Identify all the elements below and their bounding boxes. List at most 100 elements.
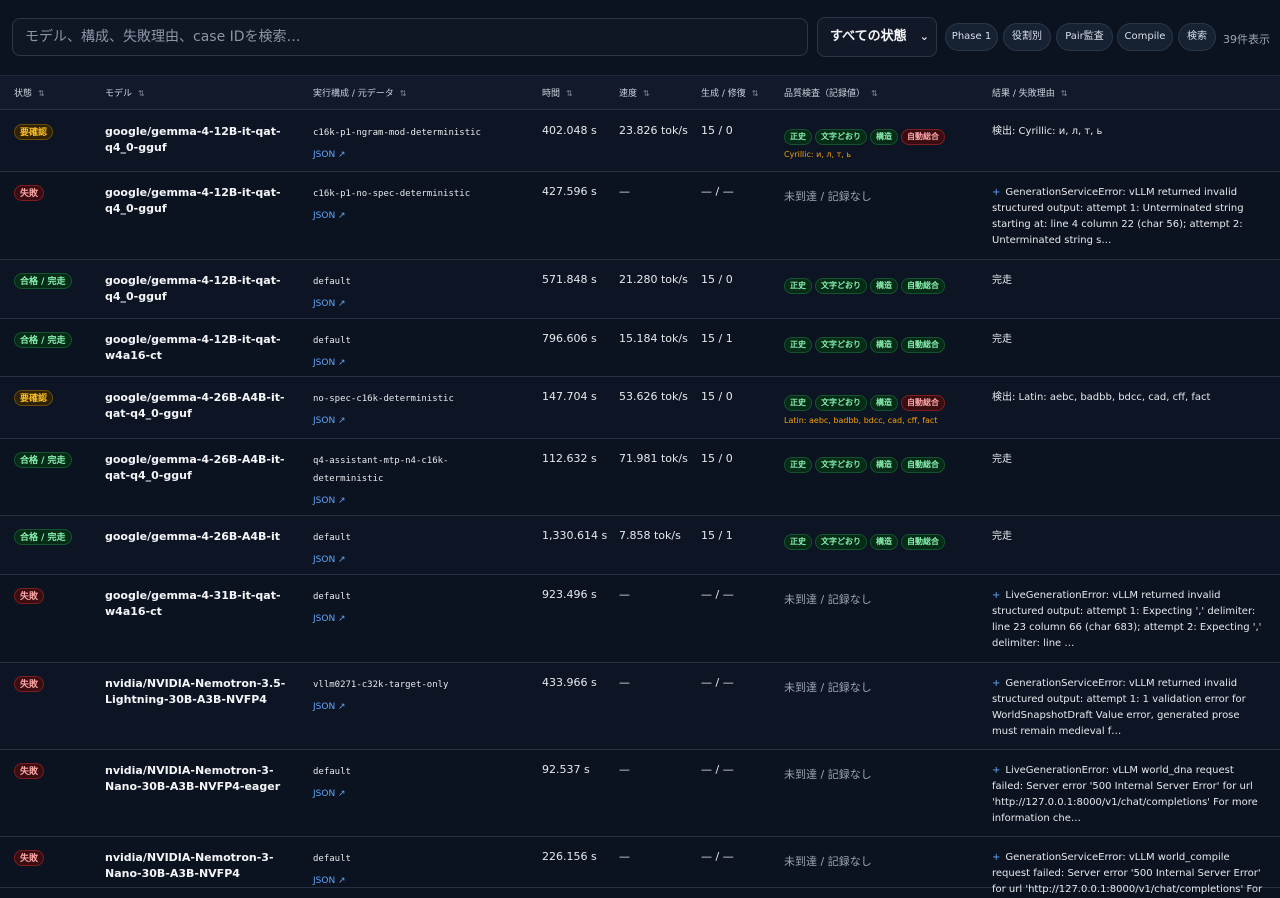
table-row[interactable]: 合格 / 完走 google/gemma-4-26B-A4B-it-qat-q4_…	[0, 439, 1280, 516]
quality-badge: 自動総合	[901, 395, 945, 411]
result-message: LiveGenerationError: vLLM world_dna requ…	[992, 765, 1258, 824]
shown-count: 39件表示	[1223, 33, 1270, 46]
search-input[interactable]: モデル、構成、失敗理由、case IDを検索…	[12, 18, 808, 56]
json-link[interactable]: JSON ↗	[313, 146, 513, 164]
header-config[interactable]: 実行構成 / 元データ ⇅	[313, 86, 406, 99]
json-link[interactable]: JSON ↗	[313, 785, 513, 803]
table-row[interactable]: 合格 / 完走 google/gemma-4-12B-it-qat-w4a16-c…	[0, 319, 1280, 377]
model-name: google/gemma-4-12B-it-qat-w4a16-ct	[105, 333, 281, 362]
table-row[interactable]: 失敗 nvidia/NVIDIA-Nemotron-3-Nano-30B-A3B-…	[0, 837, 1280, 895]
status-badge: 合格 / 完走	[14, 273, 72, 289]
duration: 1,330.614 s	[542, 529, 608, 542]
header-status[interactable]: 状態 ⇅	[14, 86, 45, 99]
result-text: 完走	[992, 529, 1266, 545]
phase-1-button[interactable]: Phase 1	[945, 23, 998, 51]
quality-checks: 正史 文字どおり 構造 自動総合 Cyrillic: и, л, т, ь	[784, 124, 974, 159]
speed: 23.826 tok/s	[619, 124, 688, 137]
run-config: default JSON ↗	[313, 850, 513, 890]
config-name: default	[313, 277, 351, 287]
config-name: vllm0271-c32k-target-only	[313, 680, 449, 690]
result-text: + GenerationServiceError: vLLM returned i…	[992, 676, 1266, 740]
json-link[interactable]: JSON ↗	[313, 295, 513, 313]
model-name: nvidia/NVIDIA-Nemotron-3-Nano-30B-A3B-NV…	[105, 764, 281, 793]
table-row[interactable]: 合格 / 完走 google/gemma-4-12B-it-qat-q4_0-gg…	[0, 260, 1280, 319]
role-filter-button[interactable]: 役割別	[1003, 23, 1051, 51]
run-config: default JSON ↗	[313, 273, 513, 313]
status-badge: 合格 / 完走	[14, 452, 72, 468]
result-message: 完走	[992, 531, 1012, 542]
result-message: LiveGenerationError: vLLM returned inval…	[992, 590, 1262, 649]
table-row[interactable]: 合格 / 完走 google/gemma-4-26B-A4B-it default J…	[0, 516, 1280, 575]
table-row[interactable]: 失敗 google/gemma-4-31B-it-qat-w4a16-ct defa…	[0, 575, 1280, 663]
quality-badge: 構造	[870, 278, 898, 294]
quality-badge: 構造	[870, 457, 898, 473]
expand-icon[interactable]: +	[992, 678, 1000, 689]
header-time[interactable]: 時間 ⇅	[542, 86, 573, 99]
expand-icon[interactable]: +	[992, 590, 1000, 601]
quality-badge: 正史	[784, 337, 812, 353]
result-text: 完走	[992, 273, 1266, 289]
json-link[interactable]: JSON ↗	[313, 207, 513, 225]
status-badge: 合格 / 完走	[14, 529, 72, 545]
quality-checks: 正史 文字どおり 構造 自動総合	[784, 332, 974, 353]
pair-audit-button[interactable]: Pair監査	[1056, 23, 1113, 51]
quality-checks: 未到達 / 記録なし	[784, 185, 974, 204]
header-speed[interactable]: 速度 ⇅	[619, 86, 650, 99]
table-row[interactable]: 失敗 nvidia/NVIDIA-Nemotron-3-Nano-30B-A3B-…	[0, 750, 1280, 837]
json-link[interactable]: JSON ↗	[313, 610, 513, 628]
json-link[interactable]: JSON ↗	[313, 551, 513, 569]
result-text: + LiveGenerationError: vLLM returned inva…	[992, 588, 1266, 652]
table-row[interactable]: 失敗 nvidia/NVIDIA-Nemotron-3.5-Lightning-3…	[0, 663, 1280, 750]
duration: 923.496 s	[542, 588, 597, 601]
json-link[interactable]: JSON ↗	[313, 872, 513, 890]
quality-checks: 未到達 / 記録なし	[784, 676, 974, 695]
run-config: c16k-p1-no-spec-deterministic JSON ↗	[313, 185, 513, 225]
result-text: 完走	[992, 452, 1266, 468]
table-row[interactable]: 要確認 google/gemma-4-12B-it-qat-q4_0-gguf c1…	[0, 111, 1280, 172]
model-name: nvidia/NVIDIA-Nemotron-3.5-Lightning-30B…	[105, 677, 286, 706]
run-config: vllm0271-c32k-target-only JSON ↗	[313, 676, 513, 716]
header-model[interactable]: モデル ⇅	[105, 86, 145, 99]
header-quality[interactable]: 品質検査（記録値） ⇅	[784, 86, 878, 99]
sort-icon: ⇅	[138, 89, 145, 98]
toolbar: モデル、構成、失敗理由、case IDを検索… すべての状態 ⌄ Phase 1…	[0, 0, 1280, 76]
status-badge: 要確認	[14, 124, 54, 140]
quality-badge: 構造	[870, 534, 898, 550]
table-row[interactable]: 要確認 google/gemma-4-26B-A4B-it-qat-q4_0-gg…	[0, 377, 1280, 439]
quality-empty: 未到達 / 記録なし	[784, 190, 872, 203]
quality-badge: 文字どおり	[815, 395, 867, 411]
compile-button[interactable]: Compile	[1117, 23, 1173, 51]
result-message: 検出: Latin: aebc, badbb, bdcc, cad, cff, …	[992, 392, 1211, 403]
json-link[interactable]: JSON ↗	[313, 698, 513, 716]
quality-empty: 未到達 / 記録なし	[784, 855, 872, 868]
quality-checks: 未到達 / 記録なし	[784, 588, 974, 607]
json-link[interactable]: JSON ↗	[313, 412, 513, 430]
quality-badge: 文字どおり	[815, 534, 867, 550]
speed: —	[619, 185, 630, 198]
search-button[interactable]: 検索	[1178, 23, 1216, 51]
sort-icon: ⇅	[38, 89, 45, 98]
quality-badge: 文字どおり	[815, 457, 867, 473]
header-gen-repair[interactable]: 生成 / 修復 ⇅	[701, 86, 758, 99]
status-filter-select[interactable]: すべての状態 ⌄	[817, 17, 937, 57]
json-link[interactable]: JSON ↗	[313, 354, 513, 372]
config-name: q4-assistant-mtp-n4-c16k-deterministic	[313, 456, 449, 484]
json-link[interactable]: JSON ↗	[313, 492, 513, 510]
config-name: default	[313, 533, 351, 543]
expand-icon[interactable]: +	[992, 765, 1000, 776]
speed: —	[619, 588, 630, 601]
quality-badge: 文字どおり	[815, 337, 867, 353]
expand-icon[interactable]: +	[992, 187, 1000, 198]
expand-icon[interactable]: +	[992, 852, 1000, 863]
table-row[interactable]: 失敗 google/gemma-4-12B-it-qat-q4_0-gguf c16…	[0, 172, 1280, 260]
quality-checks: 未到達 / 記録なし	[784, 763, 974, 782]
quality-badge: 構造	[870, 129, 898, 145]
model-name: nvidia/NVIDIA-Nemotron-3-Nano-30B-A3B-NV…	[105, 851, 274, 880]
header-result[interactable]: 結果 / 失敗理由 ⇅	[992, 86, 1067, 99]
status-badge: 失敗	[14, 185, 45, 201]
speed: —	[619, 676, 630, 689]
quality-badge: 自動総合	[901, 457, 945, 473]
gen-repair: — / —	[701, 588, 734, 601]
quality-checks: 正史 文字どおり 構造 自動総合	[784, 452, 974, 473]
status-filter-value: すべての状態	[830, 29, 907, 44]
